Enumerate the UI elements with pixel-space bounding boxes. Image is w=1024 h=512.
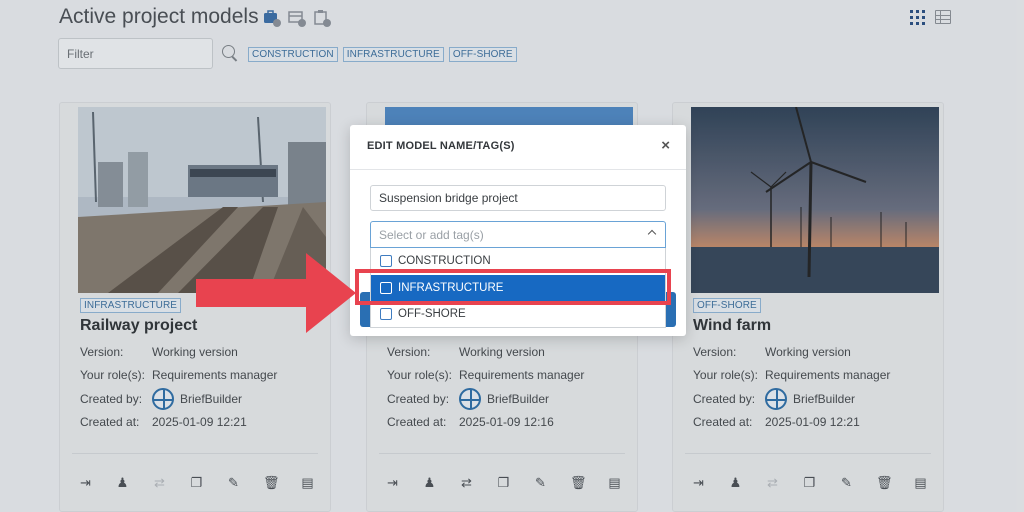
chevron-up-icon[interactable] xyxy=(647,229,657,239)
pointer-arrow-icon xyxy=(196,253,356,333)
highlight-box xyxy=(355,269,671,305)
tag-select-placeholder: Select or add tag(s) xyxy=(379,228,484,242)
dialog-title: EDIT MODEL NAME/TAG(S) xyxy=(367,140,515,152)
checkbox[interactable] xyxy=(380,308,392,320)
checkbox[interactable] xyxy=(380,255,392,267)
close-icon[interactable]: × xyxy=(661,137,670,154)
model-name-input[interactable]: Suspension bridge project xyxy=(370,185,666,211)
tag-select[interactable]: Select or add tag(s) xyxy=(370,221,666,248)
dialog-divider xyxy=(350,169,686,170)
